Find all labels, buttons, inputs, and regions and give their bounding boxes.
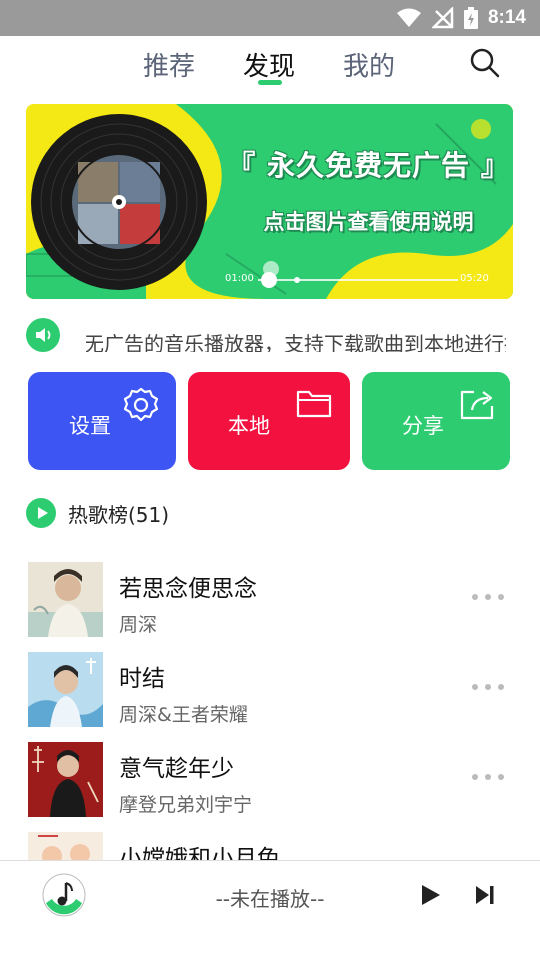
- player-status: --未在播放--: [215, 887, 325, 911]
- list-item[interactable]: 若思念便思念 周深: [26, 562, 513, 640]
- banner-artwork: [26, 104, 513, 299]
- share-icon: [460, 390, 494, 420]
- tab-recommend[interactable]: 推荐: [143, 46, 195, 83]
- tab-mine[interactable]: 我的: [343, 46, 395, 83]
- more-icon[interactable]: [471, 682, 505, 692]
- song-artist: 周深&王者荣耀: [119, 704, 248, 726]
- status-icons: 8:14: [396, 6, 526, 30]
- search-icon[interactable]: [468, 46, 502, 80]
- local-label: 本地: [228, 414, 270, 438]
- next-icon[interactable]: [474, 885, 496, 905]
- song-artist: 摩登兄弟刘宇宁: [119, 794, 253, 816]
- gear-icon: [123, 387, 159, 422]
- no-signal-icon: [431, 7, 454, 29]
- hot-list-header[interactable]: 热歌榜(51): [26, 497, 169, 529]
- status-bar: 8:14: [0, 0, 540, 36]
- song-title: 时结: [119, 666, 165, 692]
- status-time: 8:14: [487, 7, 526, 28]
- song-artist: 周深: [119, 614, 158, 636]
- more-icon[interactable]: [471, 592, 505, 602]
- hot-list-title: 热歌榜(51): [68, 502, 170, 527]
- tab-discover[interactable]: 发现: [243, 46, 295, 83]
- local-music-button[interactable]: 本地: [188, 372, 350, 470]
- wifi-icon: [396, 8, 421, 27]
- folder-icon: [296, 390, 332, 418]
- album-cover: [28, 652, 103, 727]
- top-nav: 推荐 发现 我的: [0, 36, 540, 96]
- more-icon[interactable]: [471, 772, 505, 782]
- list-item[interactable]: 意气趁年少 摩登兄弟刘宇宁: [26, 742, 513, 820]
- play-all-icon[interactable]: [26, 498, 56, 528]
- banner-title: 『 永久免费无广告 』: [227, 149, 510, 182]
- share-label: 分享: [402, 414, 444, 438]
- album-cover: [28, 562, 103, 637]
- banner-subtitle: 点击图片查看使用说明: [263, 210, 474, 234]
- notice-bar: 无广告的音乐播放器，支持下载歌曲到本地进行播放: [26, 316, 513, 352]
- battery-icon: [463, 7, 478, 29]
- notice-marquee: 无广告的音乐播放器，支持下载歌曲到本地进行播放: [86, 324, 506, 352]
- promo-banner[interactable]: 『 永久免费无广告 』 点击图片查看使用说明 01:00 05:20: [26, 104, 513, 299]
- speaker-icon: [26, 318, 60, 352]
- song-title: 若思念便思念: [119, 576, 257, 602]
- settings-label: 设置: [69, 414, 111, 438]
- notice-text: 无广告的音乐播放器，支持下载歌曲到本地进行播放: [86, 332, 506, 352]
- active-tab-indicator: [258, 80, 282, 85]
- play-icon[interactable]: [420, 883, 442, 907]
- banner-time-start: 01:00: [225, 273, 254, 284]
- banner-time-end: 05:20: [460, 273, 489, 284]
- song-title: 意气趁年少: [119, 756, 234, 782]
- settings-button[interactable]: 设置: [28, 372, 176, 470]
- album-cover: [28, 742, 103, 817]
- mini-player[interactable]: --未在播放--: [0, 860, 540, 960]
- list-item[interactable]: 时结 周深&王者荣耀: [26, 652, 513, 730]
- share-button[interactable]: 分享: [362, 372, 510, 470]
